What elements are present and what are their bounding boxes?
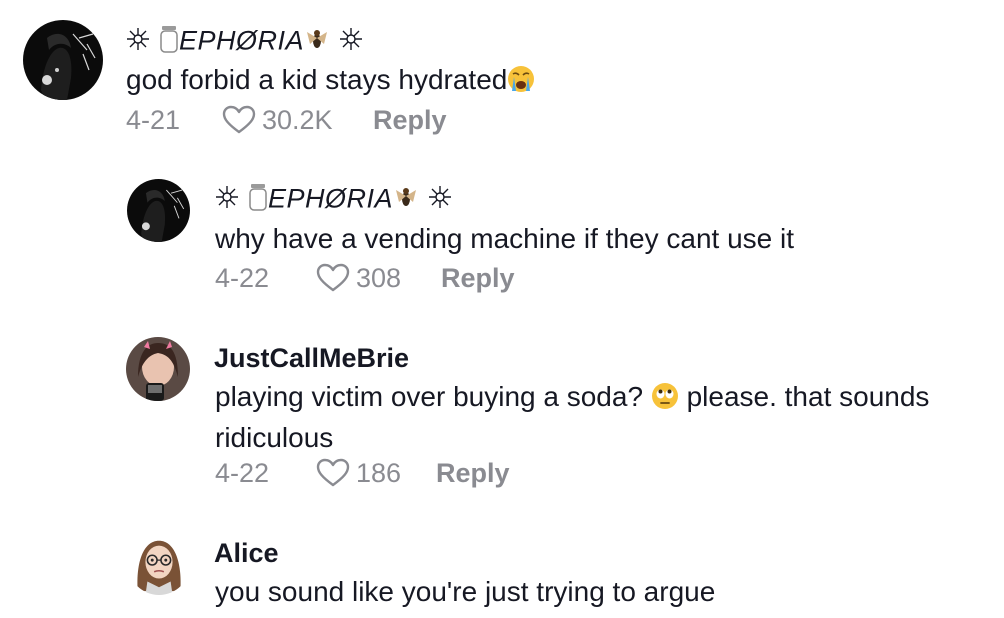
like-button[interactable]: 186 [316,455,401,491]
reply-button[interactable]: Reply [441,260,515,296]
comment-username[interactable]: EPHØRIA [125,24,364,61]
comment-meta: 4-22 308 Reply [215,260,615,296]
heart-outline-icon [316,263,350,292]
reply-button[interactable]: Reply [373,102,447,138]
face-with-rolling-eyes-icon [651,382,679,419]
comment-username[interactable]: Alice [214,537,279,569]
like-count: 186 [356,458,402,488]
username-text: EPHØRIA [179,25,305,56]
comment-date: 4-21 [126,105,181,135]
comment-text: you sound like you're just trying to arg… [215,576,716,607]
comment-text: playing victim over buying a soda? pleas… [215,381,930,453]
like-count: 308 [356,263,402,293]
avatar[interactable] [127,179,190,242]
loudly-crying-face-icon [507,65,535,102]
fly-icon [304,26,330,59]
comment-username[interactable]: JustCallMeBrie [214,342,409,374]
comment-text: god forbid a kid stays hydrated [126,61,535,102]
jar-icon [159,24,179,61]
avatar[interactable] [126,337,190,401]
fly-icon [393,184,419,217]
sparkle-icon [214,184,240,217]
avatar[interactable] [23,20,103,100]
comment-text: why have a vending machine if they cant … [215,223,795,254]
sparkle-icon [338,26,364,59]
reply-button[interactable]: Reply [436,455,510,491]
username-text: EPHØRIA [268,183,394,214]
sparkle-icon [125,26,151,59]
like-button[interactable]: 308 [316,260,401,296]
comment-username[interactable]: EPHØRIA [214,182,453,219]
avatar[interactable] [128,533,190,595]
like-button[interactable]: 30.2K [222,102,333,138]
like-count: 30.2K [262,105,333,135]
heart-outline-icon [222,105,256,134]
jar-icon [248,182,268,219]
comment-meta: 4-21 30.2K Reply [126,102,526,138]
comment-meta: 4-22 186 Reply [215,455,615,491]
heart-outline-icon [316,458,350,487]
comment-date: 4-22 [215,458,270,488]
sparkle-icon [427,184,453,217]
comment-date: 4-22 [215,263,270,293]
